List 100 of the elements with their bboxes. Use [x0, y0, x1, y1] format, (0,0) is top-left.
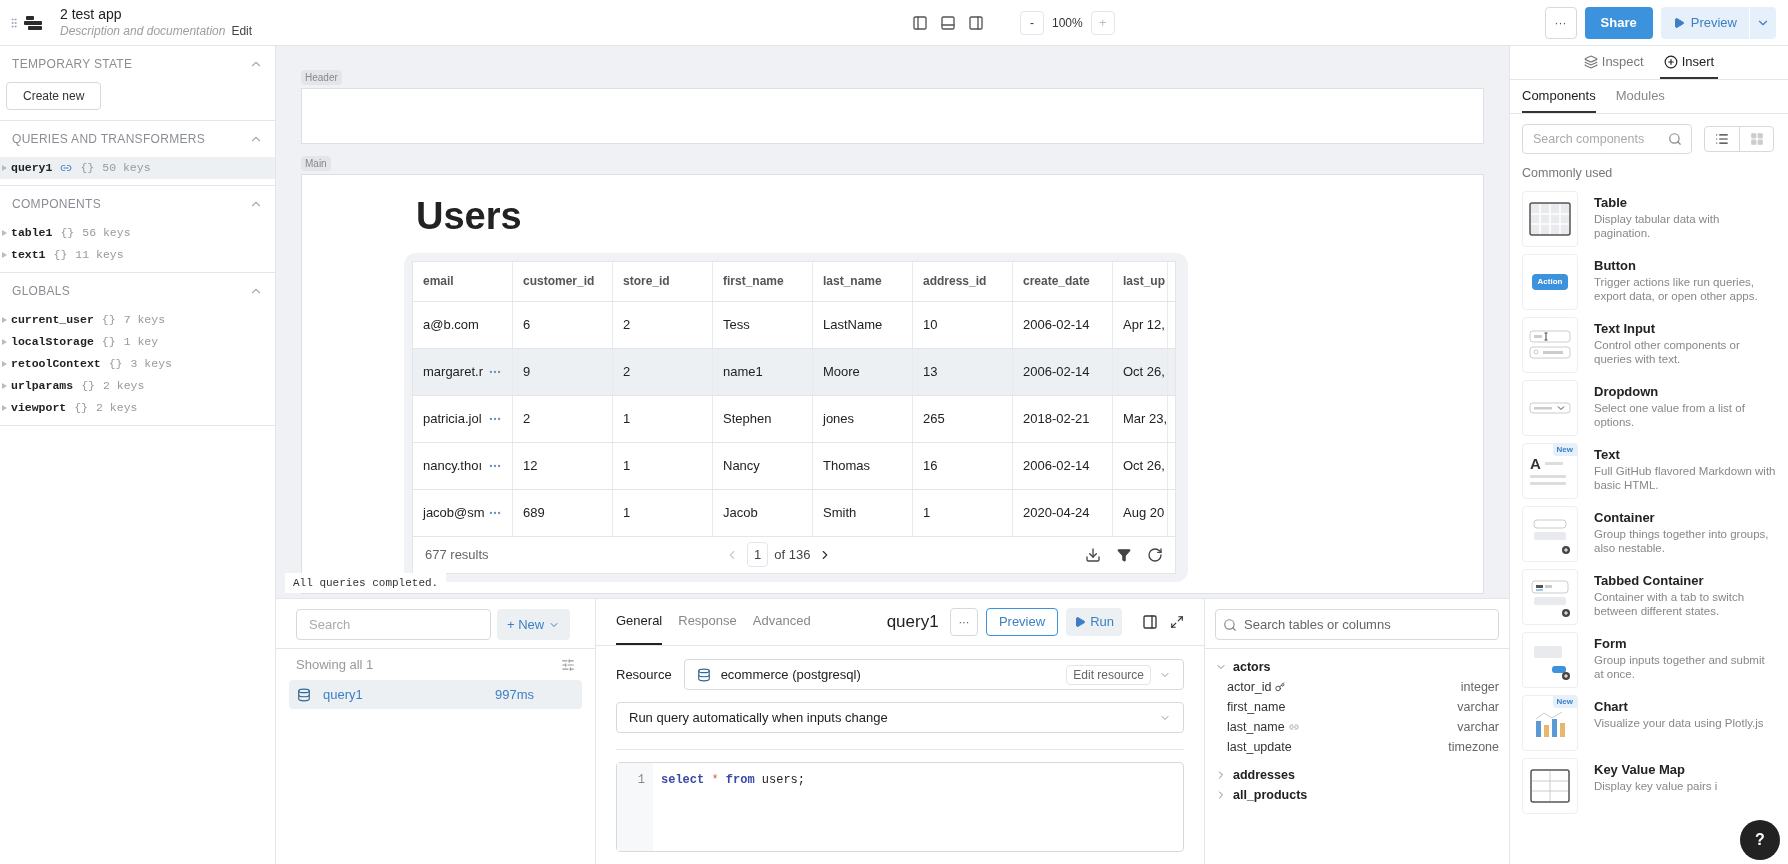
- app-logo-icon[interactable]: [24, 14, 44, 31]
- edit-resource-button[interactable]: Edit resource: [1066, 664, 1151, 685]
- inspector-tab[interactable]: Inspect: [1579, 46, 1648, 79]
- table-cell-text: 2: [623, 315, 631, 334]
- subtab[interactable]: Modules: [1615, 80, 1665, 113]
- editor-tab[interactable]: Response: [678, 599, 737, 645]
- column-header[interactable]: address_id: [913, 261, 1013, 301]
- table-cell-text: 13: [923, 362, 938, 381]
- key-count: 11 keys: [75, 247, 124, 264]
- component-search-field[interactable]: Search components: [1522, 124, 1692, 154]
- table-row[interactable]: a@b.com 6 2 Tess LastName 10 2006-02-14 Apr 12,: [413, 301, 1175, 349]
- state-item[interactable]: localStorage {} 1 key: [0, 331, 275, 353]
- schema-search-field[interactable]: Search tables or columns: [1215, 609, 1499, 640]
- expand-triangle-icon[interactable]: [2, 230, 7, 236]
- component-name: Dropdown: [1594, 384, 1660, 399]
- braces: {}: [101, 312, 116, 329]
- expand-triangle-icon[interactable]: [2, 317, 7, 323]
- editor-tab[interactable]: Advanced: [752, 599, 811, 645]
- filter-icon[interactable]: [1117, 547, 1131, 562]
- run-button[interactable]: Run: [1066, 608, 1122, 636]
- component-thumbnail[interactable]: A New: [1522, 442, 1578, 499]
- state-item[interactable]: urlparams {} 2 keys: [0, 375, 275, 397]
- expand-icon[interactable]: [1170, 615, 1184, 629]
- component-thumbnail[interactable]: [1522, 757, 1578, 814]
- page-field[interactable]: 1: [747, 541, 769, 568]
- trigger-select[interactable]: Run query automatically when inputs change: [616, 702, 1184, 733]
- bottom-panel-toggle-icon[interactable]: [940, 14, 956, 31]
- main-label: Main: [301, 156, 331, 171]
- schema-table[interactable]: addresses: [1215, 765, 1499, 785]
- expand-triangle-icon[interactable]: [2, 383, 7, 389]
- preview-button[interactable]: Preview: [985, 608, 1059, 636]
- more-button[interactable]: ···: [1544, 6, 1577, 39]
- expand-triangle-icon[interactable]: [2, 339, 7, 345]
- component-thumbnail[interactable]: [1522, 568, 1578, 625]
- expand-triangle-icon[interactable]: [2, 361, 7, 367]
- header-label: Header: [301, 70, 342, 85]
- search-field[interactable]: Search: [296, 609, 491, 640]
- table-cell-text: 265: [923, 409, 945, 428]
- table-row[interactable]: nancy.thoı 12 1 Nancy Thomas 16 2006-02-14 Oct 26,: [413, 442, 1175, 490]
- table-row[interactable]: patricia.jol 2 1 Stephen jones 265 2018-02-21 Mar 23,: [413, 395, 1175, 443]
- download-icon[interactable]: [1085, 546, 1101, 563]
- column-header[interactable]: create_date: [1013, 261, 1113, 301]
- zoom-out-button[interactable]: -: [1020, 10, 1044, 35]
- right-panel-toggle-icon[interactable]: [968, 14, 984, 31]
- table-row[interactable]: margaret.r 9 2 name1 Moore 13 2006-02-14 Oct 26,: [413, 348, 1175, 396]
- text-input-preview-icon: [1529, 329, 1571, 360]
- table-cell-text: 2006-02-14: [1023, 315, 1090, 334]
- showing-count: Showing all 1: [296, 655, 374, 674]
- edit-link[interactable]: Edit: [231, 23, 253, 39]
- component-thumbnail[interactable]: [1522, 505, 1578, 562]
- resource-select[interactable]: ecommerce (postgresql) Edit resource: [683, 659, 1184, 690]
- state-item[interactable]: text1 {} 11 keys: [0, 244, 275, 266]
- query-item[interactable]: query1 997ms: [289, 680, 582, 709]
- key-count: 1 key: [123, 334, 159, 351]
- component-thumbnail[interactable]: [1522, 316, 1578, 373]
- column-header[interactable]: last_name: [813, 261, 913, 301]
- table-cell-text: Oct 26,: [1123, 456, 1165, 475]
- schema-table[interactable]: actors: [1215, 657, 1499, 677]
- new-badge: New: [1552, 443, 1577, 456]
- editor-tab[interactable]: General: [616, 599, 663, 645]
- results-count: 677 results: [425, 545, 490, 564]
- table-row[interactable]: jacob@sm 689 1 Jacob Smith 1 2020-04-24 Aug 20: [413, 489, 1175, 537]
- expand-triangle-icon[interactable]: [2, 252, 7, 258]
- component-thumbnail[interactable]: New: [1522, 694, 1578, 751]
- schema-table[interactable]: all_products: [1215, 785, 1499, 805]
- left-panel-toggle-icon[interactable]: [912, 14, 928, 31]
- subtab[interactable]: Components: [1522, 80, 1596, 113]
- braces: {}: [108, 356, 123, 373]
- component-thumbnail[interactable]: [1522, 379, 1578, 436]
- help-button[interactable]: ?: [1740, 820, 1780, 860]
- item-name: query1: [11, 160, 53, 177]
- column-header[interactable]: customer_id: [513, 261, 613, 301]
- new-query-button[interactable]: + New: [497, 609, 571, 640]
- preview-split-button[interactable]: Preview: [1660, 6, 1776, 39]
- component-thumbnail[interactable]: [1522, 190, 1578, 247]
- state-item[interactable]: viewport {} 2 keys: [0, 397, 275, 419]
- column-name: actor_id: [1227, 678, 1272, 696]
- code-editor[interactable]: 1 select * from users;: [616, 762, 1184, 852]
- section-title: TEMPORARY STATE: [12, 56, 133, 73]
- component-description: Trigger actions like run queries, export data, or open other apps.: [1594, 274, 1759, 303]
- refresh-icon[interactable]: [1147, 546, 1163, 563]
- column-header[interactable]: email: [413, 261, 513, 301]
- state-item[interactable]: table1 {} 56 keys: [0, 222, 275, 244]
- expand-triangle-icon[interactable]: [2, 165, 7, 171]
- column-header[interactable]: store_id: [613, 261, 713, 301]
- inspector-tab[interactable]: Insert: [1659, 46, 1719, 79]
- filter-settings-icon[interactable]: [561, 657, 575, 672]
- create-new-button[interactable]: Create new: [6, 82, 102, 110]
- column-header[interactable]: last_up: [1113, 261, 1168, 301]
- component-thumbnail[interactable]: [1522, 631, 1578, 688]
- side-panel-toggle-icon[interactable]: [1142, 614, 1158, 630]
- expand-triangle-icon[interactable]: [2, 405, 7, 411]
- state-item[interactable]: retoolContext {} 3 keys: [0, 353, 275, 375]
- key-value-preview-icon: [1530, 768, 1570, 803]
- column-header[interactable]: first_name: [713, 261, 813, 301]
- more-button[interactable]: ···: [949, 608, 978, 636]
- state-item[interactable]: query1 {} 50 keys: [0, 157, 275, 179]
- state-item[interactable]: current_user {} 7 keys: [0, 309, 275, 331]
- table-cell-text: 12: [523, 456, 538, 475]
- section-title: GLOBALS: [12, 283, 71, 300]
